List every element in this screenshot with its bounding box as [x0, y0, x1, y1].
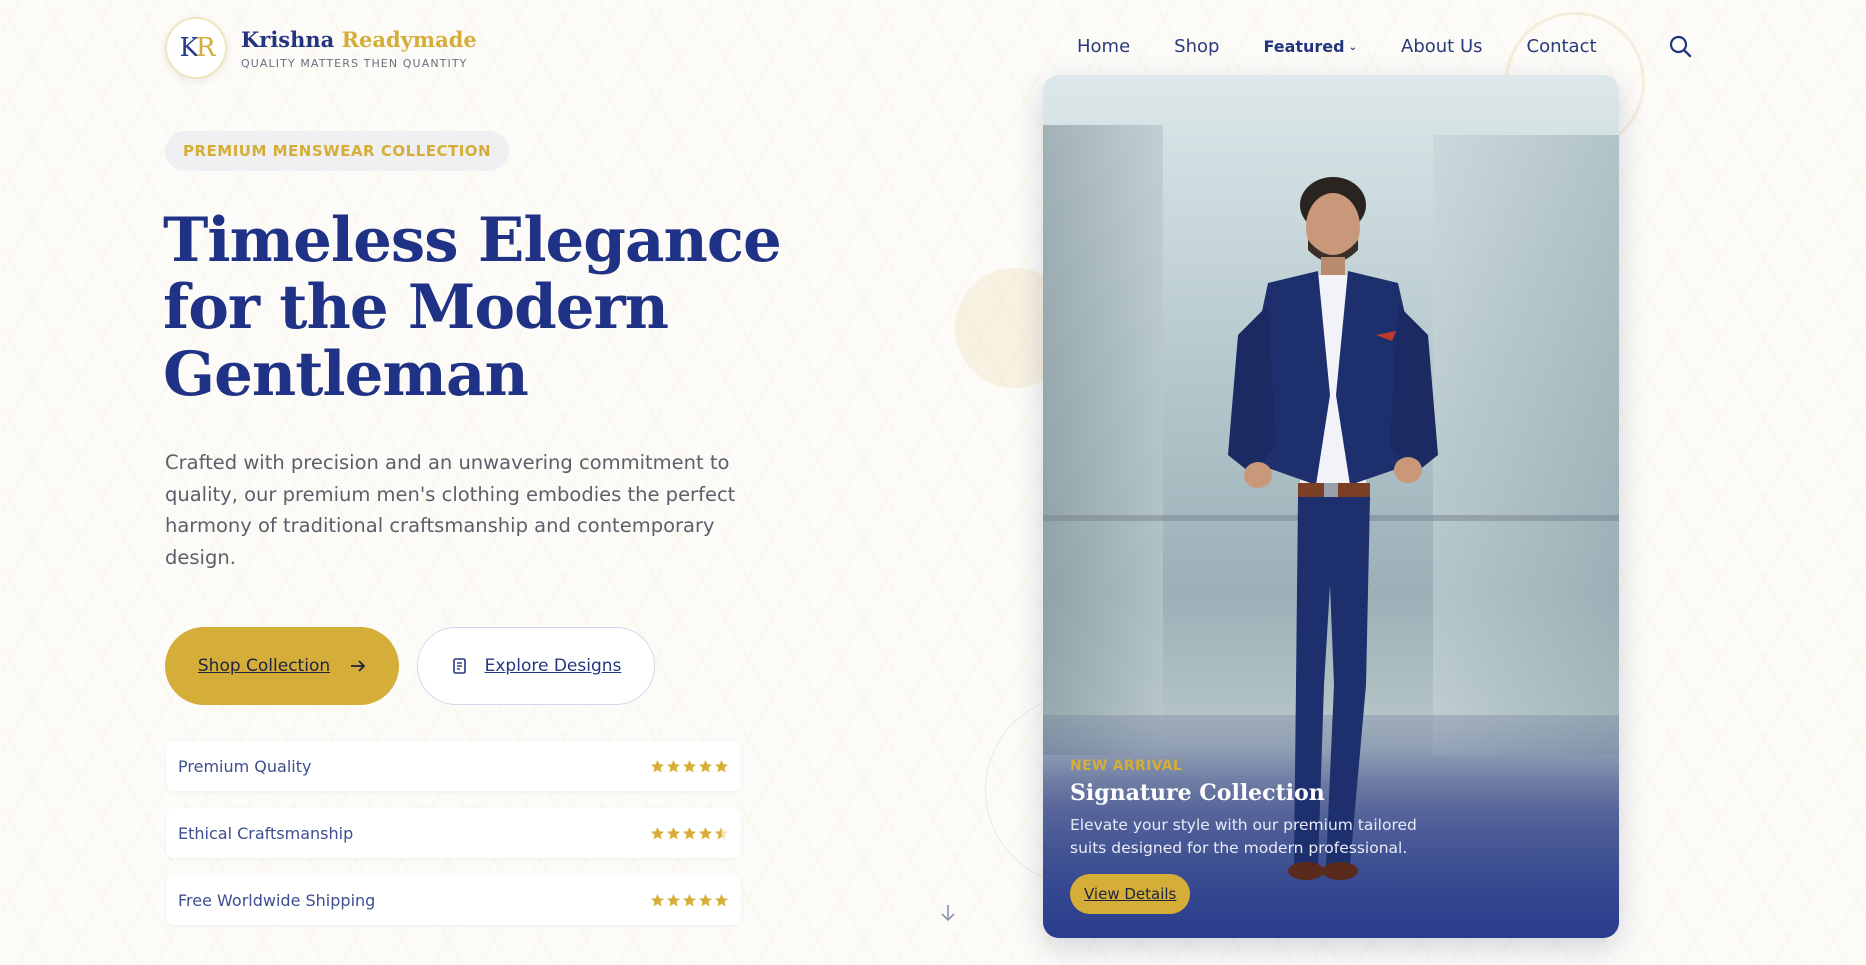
- brand-tagline: QUALITY MATTERS THEN QUANTITY: [241, 56, 468, 70]
- collection-badge: PREMIUM MENSWEAR COLLECTION: [165, 131, 510, 171]
- main-nav: Home Shop Featured ⌄ About Us Contact: [1077, 36, 1641, 57]
- star-icon: [667, 893, 680, 906]
- arrow-right-icon: [351, 660, 366, 672]
- nav-item-featured[interactable]: Featured ⌄: [1263, 37, 1357, 56]
- scroll-icon: [452, 658, 466, 674]
- star-icon: [651, 893, 664, 906]
- star-icon: [651, 826, 664, 839]
- chevron-down-icon: ⌄: [1348, 42, 1357, 53]
- star-icon: [699, 826, 712, 839]
- nav-item-contact[interactable]: Contact: [1527, 36, 1597, 57]
- brand-name: Krishna Readymade: [241, 26, 477, 52]
- hero-headline: Timeless Elegance for the Modern Gentlem…: [163, 205, 782, 410]
- hero-description: Crafted with precision and an unwavering…: [165, 451, 736, 569]
- shop-collection-button[interactable]: Shop Collection: [165, 627, 399, 705]
- card-eyebrow: NEW ARRIVAL: [1070, 758, 1183, 774]
- background-glass: [1043, 125, 1163, 755]
- feature-row: Premium Quality: [166, 741, 741, 791]
- star-icon: [683, 893, 696, 906]
- view-details-button[interactable]: View Details: [1070, 874, 1191, 914]
- nav-item-about[interactable]: About Us: [1401, 36, 1483, 57]
- card-description: Elevate your style with our premium tail…: [1070, 816, 1417, 857]
- star-icon: [715, 893, 728, 906]
- nav-item-shop[interactable]: Shop: [1174, 36, 1219, 57]
- star-rating: [650, 759, 729, 774]
- star-rating: [650, 826, 729, 841]
- star-icon: [699, 759, 712, 772]
- star-icon: [715, 759, 728, 772]
- star-icon: [715, 826, 728, 839]
- star-icon: [667, 826, 680, 839]
- star-icon: [651, 759, 664, 772]
- arrow-down-icon[interactable]: [939, 903, 957, 923]
- brand[interactable]: KR Krishna Readymade QUALITY MATTERS THE…: [165, 17, 477, 79]
- star-rating: [650, 893, 729, 908]
- brand-text: Krishna Readymade QUALITY MATTERS THEN Q…: [241, 27, 477, 70]
- feature-row: Free Worldwide Shipping: [166, 875, 741, 925]
- star-icon: [683, 826, 696, 839]
- explore-designs-button[interactable]: Explore Designs: [417, 627, 655, 705]
- feature-row: Ethical Craftsmanship: [166, 808, 741, 858]
- brand-logo[interactable]: KR: [165, 17, 227, 79]
- search-icon[interactable]: [1668, 34, 1692, 58]
- card-title: Signature Collection: [1070, 780, 1325, 806]
- featured-product-card[interactable]: NEW ARRIVAL Signature Collection Elevate…: [1043, 75, 1619, 938]
- star-icon: [683, 759, 696, 772]
- star-icon: [699, 893, 712, 906]
- star-icon: [667, 759, 680, 772]
- card-content: NEW ARRIVAL Signature Collection Elevate…: [1070, 758, 1570, 914]
- nav-item-home[interactable]: Home: [1077, 36, 1130, 57]
